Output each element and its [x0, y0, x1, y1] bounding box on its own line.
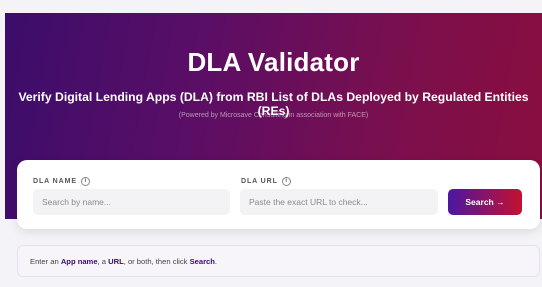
page-title: DLA Validator	[187, 47, 360, 77]
hint-text: Enter an	[30, 257, 61, 266]
dla-url-label-text: DLA URL	[241, 178, 278, 185]
dla-name-label-text: DLA NAME	[33, 178, 77, 185]
search-card: DLA NAME i DLA URL i Search →	[17, 160, 540, 229]
powered-by-note: (Powered by Microsave Consulting in asso…	[178, 112, 369, 119]
dla-url-input[interactable]	[240, 189, 438, 215]
hint-search: Search	[189, 257, 215, 266]
dla-url-label: DLA URL i	[241, 177, 291, 186]
info-icon[interactable]: i	[281, 177, 291, 186]
hint-message: Enter an App name, a URL, or both, then …	[17, 245, 540, 277]
hint-url: URL	[108, 257, 124, 266]
search-button[interactable]: Search →	[448, 189, 522, 215]
info-icon[interactable]: i	[80, 177, 90, 186]
hint-text: .	[214, 257, 218, 266]
hint-text: , or both, then click	[123, 257, 190, 266]
dla-name-label: DLA NAME i	[33, 177, 90, 186]
hint-text: , a	[97, 257, 109, 266]
dla-name-input[interactable]	[33, 189, 230, 215]
hint-app-name: App name	[60, 257, 98, 266]
